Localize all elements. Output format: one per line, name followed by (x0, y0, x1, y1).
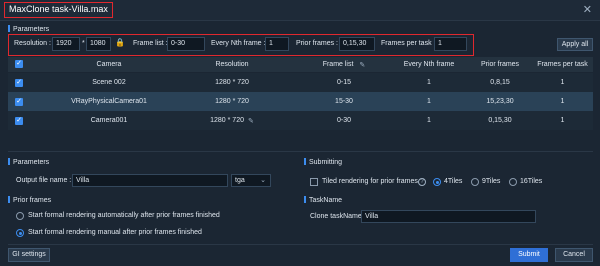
gi-settings-button[interactable]: GI settings (8, 248, 50, 262)
prior-frames-cell: 15,23,30 (486, 98, 514, 105)
clone-taskname-label: Clone taskName : (310, 213, 366, 220)
output-format-select[interactable]: tga ⌄ (231, 174, 271, 187)
radio-start-manual-label: Start formal rendering manual after prio… (28, 229, 202, 236)
column-header-prior-frames: Prior frames (480, 61, 520, 68)
row-checkbox[interactable]: ✓ (15, 79, 23, 87)
output-parameters-section-label: Parameters (8, 158, 49, 166)
resolution-label: Resolution : (14, 40, 51, 47)
table-row[interactable]: ✓ VRayPhysicalCamera01 1280 * 720 15-30 … (8, 92, 593, 111)
edit-icon[interactable]: ✎ (248, 117, 254, 125)
column-header-every-nth-frame: Every Nth frame (403, 61, 455, 68)
output-file-name-label: Output file name : (16, 177, 72, 184)
every-nth-frame-label: Every Nth frame : (211, 40, 266, 47)
column-header-frame-list: Frame list ✎ (304, 57, 384, 72)
every-nth-frame-input[interactable]: 1 (265, 37, 289, 51)
camera-cell: VRayPhysicalCamera01 (71, 98, 147, 105)
clone-taskname-input[interactable]: Villa (361, 210, 536, 223)
column-header-frames-per-task: Frames per task (537, 61, 588, 68)
frame-list-cell: 0-15 (336, 79, 351, 86)
submitting-section-label: Submitting (304, 158, 342, 166)
column-header-resolution: Resolution (215, 61, 249, 68)
help-icon[interactable]: ? (418, 178, 426, 186)
tiled-rendering-checkbox[interactable] (310, 178, 318, 186)
table-row[interactable]: ✓ Scene 002 1280 * 720 0-15 1 0,8,15 1 (8, 73, 593, 92)
table-header: ✓ Camera Resolution Frame list ✎ Every N… (8, 57, 593, 72)
column-header-camera: Camera (96, 61, 122, 68)
edit-icon[interactable]: ✎ (359, 61, 365, 69)
radio-9tiles[interactable] (471, 178, 479, 186)
table-row[interactable]: ✓ Camera001 1280 * 720 ✎ 0-30 1 0,15,30 … (8, 111, 593, 130)
radio-start-manual[interactable] (16, 229, 24, 237)
camera-cell: Scene 002 (92, 79, 126, 86)
frames-per-task-cell: 1 (560, 79, 565, 86)
row-checkbox[interactable]: ✓ (15, 117, 23, 125)
resolution-cell: 1280 * 720 ✎ (170, 111, 294, 130)
frame-list-header-text: Frame list (322, 61, 354, 68)
prior-frames-section-label: Prior frames (8, 196, 51, 204)
select-all-checkbox[interactable]: ✓ (15, 60, 23, 68)
frames-per-task-cell: 1 (560, 117, 565, 124)
every-nth-cell: 1 (427, 117, 431, 124)
chevron-down-icon: ⌄ (260, 177, 266, 184)
submit-button[interactable]: Submit (510, 248, 548, 262)
every-nth-cell: 1 (427, 79, 431, 86)
lock-icon[interactable]: 🔒 (115, 38, 125, 47)
prior-frames-cell: 0,15,30 (488, 117, 512, 124)
tiled-rendering-label: Tiled rendering for prior frames (322, 178, 418, 185)
frame-list-label: Frame list : (133, 40, 168, 47)
row-checkbox[interactable]: ✓ (15, 98, 23, 106)
resolution-width-input[interactable]: 1920 (52, 37, 80, 51)
cancel-button[interactable]: Cancel (555, 248, 593, 262)
resolution-separator: * (82, 40, 85, 47)
radio-16tiles-label: 16Tiles (520, 178, 543, 185)
prior-frames-input[interactable]: 0,15,30 (339, 37, 375, 51)
radio-start-automatically-label: Start formal rendering automatically aft… (28, 212, 220, 219)
resolution-value: 1280 * 720 (210, 117, 244, 124)
frame-list-input[interactable]: 0-30 (167, 37, 205, 51)
radio-start-automatically[interactable] (16, 212, 24, 220)
resolution-cell: 1280 * 720 (215, 98, 249, 105)
frame-list-cell: 0-30 (336, 117, 351, 124)
radio-16tiles[interactable] (509, 178, 517, 186)
apply-all-button[interactable]: Apply all (557, 38, 593, 51)
close-icon[interactable]: ✕ (583, 3, 592, 17)
frames-per-task-input[interactable]: 1 (434, 37, 467, 51)
title-bar: MaxClone task-Villa.max ✕ (0, 0, 600, 21)
window-title: MaxClone task-Villa.max (4, 2, 113, 18)
frames-per-task-label: Frames per task : (381, 40, 436, 47)
prior-frames-label: Prior frames : (296, 40, 339, 47)
frames-per-task-cell: 1 (560, 98, 565, 105)
radio-9tiles-label: 9Tiles (482, 178, 501, 185)
every-nth-cell: 1 (427, 98, 431, 105)
radio-4tiles[interactable] (433, 178, 441, 186)
resolution-height-input[interactable]: 1080 (86, 37, 111, 51)
resolution-cell: 1280 * 720 (215, 79, 249, 86)
output-file-name-input[interactable]: Villa (72, 174, 228, 187)
section-divider (8, 151, 593, 152)
taskname-section-label: TaskName (304, 196, 342, 204)
frame-list-cell: 15-30 (335, 98, 353, 105)
output-format-value: tga (235, 177, 245, 184)
camera-table: ✓ Camera Resolution Frame list ✎ Every N… (8, 57, 593, 131)
footer-divider (8, 244, 593, 245)
camera-cell: Camera001 (90, 117, 128, 124)
radio-4tiles-label: 4Tiles (444, 178, 463, 185)
prior-frames-cell: 0,8,15 (490, 79, 510, 86)
parameters-section-label: Parameters (8, 25, 49, 33)
